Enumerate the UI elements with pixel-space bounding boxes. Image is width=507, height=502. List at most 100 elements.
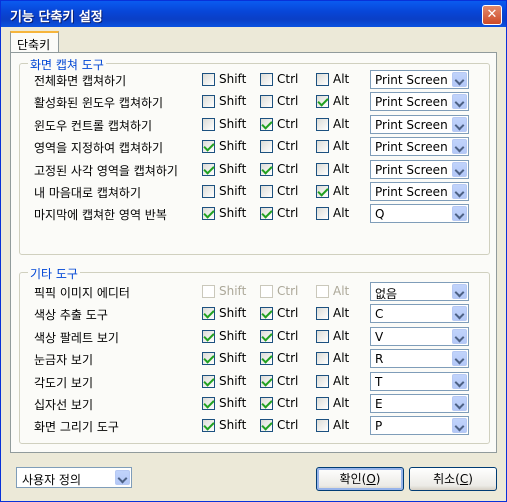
shift-checkbox[interactable]: [202, 162, 215, 176]
shift-checkbox[interactable]: [202, 185, 215, 198]
ctrl-label: Ctrl: [277, 94, 299, 109]
shift-checkbox[interactable]: [202, 307, 215, 321]
ctrl-label: Ctrl: [277, 72, 299, 86]
ctrl-checkbox[interactable]: [260, 95, 273, 109]
profile-select[interactable]: 사용자 정의: [16, 467, 132, 488]
key-value: Q: [375, 207, 385, 222]
key-value: Print Screen: [375, 73, 448, 87]
key-select[interactable]: C: [370, 304, 469, 324]
alt-label: Alt: [333, 161, 350, 176]
close-button[interactable]: ✕: [482, 5, 502, 25]
shortcut-row: 각도기 보기 Shift Ctrl Alt T: [20, 371, 489, 392]
chevron-down-icon[interactable]: [452, 284, 467, 299]
alt-checkbox[interactable]: [316, 140, 329, 154]
ctrl-checkbox[interactable]: [260, 374, 273, 388]
alt-checkbox: [316, 285, 329, 298]
alt-checkbox[interactable]: [316, 95, 329, 109]
alt-checkbox[interactable]: [316, 419, 329, 433]
chevron-down-icon[interactable]: [452, 328, 467, 344]
shortcut-row: 전체화면 캡쳐하기 Shift Ctrl Alt Print Screen: [20, 70, 489, 90]
key-select[interactable]: R: [370, 349, 469, 369]
chevron-down-icon[interactable]: [452, 396, 467, 411]
chevron-down-icon[interactable]: [452, 72, 467, 87]
ctrl-label: Ctrl: [277, 306, 299, 321]
shift-label: Shift: [219, 373, 247, 388]
alt-label: Alt: [333, 116, 350, 131]
ctrl-checkbox[interactable]: [260, 162, 273, 176]
shift-label: Shift: [219, 184, 247, 198]
ok-label: 확인(: [339, 472, 367, 486]
close-icon: ✕: [486, 7, 498, 22]
alt-label: Alt: [333, 139, 350, 154]
shift-checkbox[interactable]: [202, 329, 215, 343]
shift-checkbox[interactable]: [202, 374, 215, 388]
shift-checkbox[interactable]: [202, 419, 215, 433]
shortcut-row: 활성화된 윈도우 캡쳐하기 Shift Ctrl Alt Print Screen: [20, 92, 489, 112]
key-select[interactable]: V: [370, 326, 469, 346]
chevron-down-icon[interactable]: [452, 116, 467, 132]
ctrl-checkbox[interactable]: [260, 419, 273, 433]
chevron-down-icon[interactable]: [452, 373, 467, 389]
chevron-down-icon[interactable]: [452, 206, 467, 222]
shift-checkbox[interactable]: [202, 207, 215, 221]
ctrl-checkbox[interactable]: [260, 352, 273, 366]
ctrl-checkbox[interactable]: [260, 307, 273, 321]
chevron-down-icon[interactable]: [452, 139, 467, 155]
shortcut-label: 마지막에 캡쳐한 영역 반복: [34, 208, 167, 223]
shortcut-label: 활성화된 윈도우 캡쳐하기: [34, 96, 164, 111]
shift-checkbox[interactable]: [202, 73, 215, 86]
chevron-down-icon[interactable]: [452, 184, 467, 199]
shift-checkbox[interactable]: [202, 95, 215, 109]
alt-checkbox[interactable]: [316, 307, 329, 321]
profile-dropdown[interactable]: [114, 469, 131, 488]
tab-shortcuts[interactable]: 단축키: [10, 31, 59, 53]
ctrl-checkbox[interactable]: [260, 73, 273, 86]
key-select[interactable]: 없음: [370, 282, 469, 301]
shortcut-label: 눈금자 보기: [34, 353, 94, 368]
key-select[interactable]: Print Screen: [370, 159, 469, 179]
shortcut-row: 눈금자 보기 Shift Ctrl Alt R: [20, 349, 489, 369]
alt-checkbox[interactable]: [316, 374, 329, 388]
chevron-down-icon[interactable]: [452, 161, 467, 177]
alt-label: Alt: [333, 328, 350, 343]
ctrl-checkbox[interactable]: [260, 329, 273, 343]
ctrl-checkbox[interactable]: [260, 397, 273, 410]
alt-checkbox[interactable]: [316, 207, 329, 221]
ctrl-label: Ctrl: [277, 184, 299, 198]
alt-checkbox[interactable]: [316, 117, 329, 131]
key-select[interactable]: Print Screen: [370, 114, 469, 134]
alt-checkbox[interactable]: [316, 329, 329, 343]
alt-checkbox[interactable]: [316, 185, 329, 198]
key-select[interactable]: Print Screen: [370, 70, 469, 89]
title-bar[interactable]: 기능 단축키 설정 ✕: [1, 1, 506, 27]
shift-checkbox[interactable]: [202, 117, 215, 131]
shift-checkbox[interactable]: [202, 352, 215, 366]
ctrl-checkbox[interactable]: [260, 117, 273, 131]
cancel-button[interactable]: 취소(C): [409, 467, 497, 491]
ctrl-checkbox[interactable]: [260, 207, 273, 221]
ok-button[interactable]: 확인(O): [316, 467, 404, 491]
key-select[interactable]: Print Screen: [370, 137, 469, 157]
chevron-down-icon[interactable]: [452, 94, 467, 110]
ctrl-checkbox[interactable]: [260, 185, 273, 198]
key-select[interactable]: T: [370, 371, 469, 391]
alt-checkbox[interactable]: [316, 162, 329, 176]
key-select[interactable]: Print Screen: [370, 182, 469, 201]
key-select[interactable]: P: [370, 416, 469, 436]
cancel-suffix: ): [468, 472, 473, 486]
alt-checkbox[interactable]: [316, 73, 329, 86]
ctrl-checkbox[interactable]: [260, 140, 273, 154]
alt-checkbox[interactable]: [316, 352, 329, 366]
ctrl-label: Ctrl: [277, 116, 299, 131]
alt-checkbox[interactable]: [316, 397, 329, 410]
chevron-down-icon[interactable]: [452, 306, 467, 322]
key-select[interactable]: Q: [370, 204, 469, 224]
key-select[interactable]: E: [370, 394, 469, 413]
chevron-down-icon[interactable]: [452, 351, 467, 367]
tab-panel: 화면 캡쳐 도구 전체화면 캡쳐하기 Shift Ctrl Alt Print Scre…: [10, 52, 497, 453]
shift-checkbox[interactable]: [202, 140, 215, 154]
shift-checkbox[interactable]: [202, 397, 215, 410]
key-select[interactable]: Print Screen: [370, 92, 469, 112]
chevron-down-icon[interactable]: [452, 418, 467, 434]
shortcut-label: 고정된 사각 영역을 캡쳐하기: [34, 163, 178, 178]
